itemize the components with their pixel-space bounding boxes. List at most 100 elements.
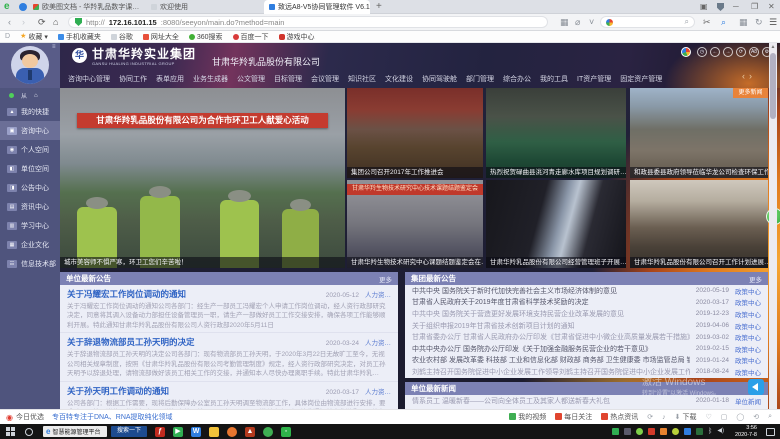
sidebar-item[interactable]: ▣ 咨询中心 [0,121,60,140]
cortana-icon[interactable] [25,428,33,436]
volume-icon[interactable]: ◀) [717,428,724,435]
tray-bank-icon[interactable] [696,428,703,435]
screenshot-icon[interactable]: ✂ [703,17,711,28]
firefox-icon[interactable] [227,427,237,437]
browser-account-icon[interactable] [19,3,27,11]
bluetooth-icon[interactable]: ᛒ [708,428,712,435]
taskbar-search-button[interactable]: 搜索一下 [111,426,147,437]
announcement-dept-link[interactable]: 人力资… [365,337,391,347]
nav-forward-icon[interactable]: → [723,47,733,57]
safe360-icon[interactable] [263,427,273,437]
sidebar-item[interactable]: ▲ 我的快捷 [0,102,60,121]
more-link[interactable]: 更多 [379,274,392,284]
plugin-icon[interactable]: ♪ [662,414,666,421]
player-icon[interactable]: ▶ [173,427,183,437]
window-icon[interactable]: ▢ [721,413,728,421]
maximize-button[interactable]: ❐ [751,2,758,11]
speaker-icon[interactable] [748,379,764,395]
news-photo-2[interactable]: 集团公司召开2017年工作推进会 [347,88,483,178]
adblock-icon[interactable]: ⌀ [575,17,580,28]
header-nav-item[interactable]: 部门管理 [466,74,494,84]
notification-center-icon[interactable] [766,428,775,436]
favorite-icon[interactable]: ♡ [705,413,711,421]
taskbar-app-browser[interactable]: e 智慧能源管理平台 [43,426,107,437]
my-videos-link[interactable]: 我的视频 [509,412,546,422]
start-button[interactable] [6,427,15,436]
circle-icon[interactable]: ◯ [736,413,744,421]
reload-icon[interactable]: ⟳ [736,47,746,57]
forward-icon[interactable]: › [22,17,25,27]
wechat-icon[interactable]: ◦ [281,427,291,437]
announcement-row[interactable]: 中共中央办公厅 国务院办公厅印发《关于加强金融服务民营企业的若干意见》 2019… [405,343,768,355]
announcement-title[interactable]: 中共中央 国务院关于营造更好发展环境支持民营企业改革发展的意见 [412,309,690,319]
announcement-title[interactable]: 中共中央 国务院关于新时代加快完善社会主义市场经济体制的意见 [412,286,690,296]
announcement-row[interactable]: 刘鹤主持召开国务院促进中小企业发展工作领导刘鹤主持召开国务院促进中小企业发展工作… [405,366,768,378]
tab-seeyon-active[interactable]: 致远A8-V5协同管理软件 V6.1… × [264,0,370,14]
browser-logo-icon[interactable]: e [4,1,10,12]
sidebar-collapse-icon[interactable]: ≡ [52,44,56,50]
home-icon[interactable]: ⌂ [34,93,38,99]
news-photo-7[interactable]: 甘肃华羚乳品股份有限公司召开工作计划进展… [630,180,768,268]
announcement-title[interactable]: 关于组织申报2019年甘肃省技术创新项目计划的通知 [412,321,690,331]
announcement-row[interactable]: 中共中央 国务院关于营造更好发展环境支持民营企业改革发展的意见 2019-12-… [405,308,768,320]
history-icon[interactable]: ↻ [755,17,763,28]
announcement-title[interactable]: 中共中央办公厅 国务院办公厅印发《关于加强金融服务民营企业的若干意见》 [412,344,690,354]
bookmark-360search[interactable]: 360搜索 [189,32,223,42]
bookmark-sites[interactable]: 网址大全 [143,32,179,42]
header-nav-item[interactable]: 文化建设 [385,74,413,84]
news-photo-4[interactable]: 和政县委县政府领导莅临华龙公司检查环保工作 [630,88,768,178]
recent-icon[interactable]: ◷ [697,47,707,57]
news-row[interactable]: 情系员工 温暖新春——公司向全体员工及其家人都送新春大礼包 2020-01-18… [405,395,768,407]
tray-red-icon[interactable] [648,428,655,435]
a8-icon[interactable]: A8 [749,47,759,57]
search-input[interactable]: ⌕ [600,16,695,28]
announcement-source-link[interactable]: 政策中心 [735,367,761,377]
announcement-row[interactable]: 关于组织申报2019年甘肃省技术创新项目计划的通知 2019-04-06 政策中… [405,320,768,332]
header-nav-item[interactable]: 综合办公 [503,74,531,84]
announcement-source-link[interactable]: 政策中心 [735,355,761,365]
announcement-item[interactable]: 关于孙天明工作调动的通知 2020-03-17 人力资… 公司各部门：根据工作需… [60,382,398,409]
announcement-title[interactable]: 关于冯耀宏工作岗位调动的通知 [67,288,320,300]
nav-scroll-arrows[interactable]: ‹› [742,71,756,81]
announcement-title[interactable]: 关于孙天明工作调动的通知 [67,385,320,397]
menu-icon[interactable]: ☰ [769,17,777,28]
home-icon[interactable]: ⌂ [53,17,58,27]
announcement-title[interactable]: 甘肃省委办公厅 甘肃省人民政府办公厅印发《甘肃省促进中小微企业高质量发展若干措施… [412,332,690,342]
header-nav-item[interactable]: 固定资产管理 [620,74,662,84]
header-nav-item[interactable]: 业务生成器 [193,74,228,84]
online-status-icon[interactable] [9,93,14,98]
news-source-link[interactable]: 单位新闻 [735,396,761,406]
people-icon[interactable]: 从 [21,91,27,100]
download-button[interactable]: ⬇ 下载 [675,412,697,422]
today-picks-label[interactable]: 今日优选 [16,412,44,422]
login-box-icon[interactable]: ▣ [700,2,708,11]
bookmark-baidu[interactable]: 百度一下 [233,32,269,42]
announcement-row[interactable]: 甘肃省人民政府关于2019年度甘肃省科学技术奖励的决定 2020-03-17 政… [405,297,768,309]
daily-follow-link[interactable]: 每日关注 [555,412,592,422]
hot-news-link[interactable]: 热点资讯 [601,412,638,422]
tray-green-icon[interactable] [636,428,643,435]
back-icon[interactable]: ‹ [8,17,11,27]
bookmark-google[interactable]: 谷歌 [111,32,133,42]
announcement-row[interactable]: 农业农村部 发展改革委 科技部 工业和信息化部 财政部 商务部 卫生健康委 市场… [405,355,768,367]
dropdown-icon[interactable]: ˅ [589,17,594,27]
sidebar-item[interactable]: ▦ 企业文化 [0,235,60,254]
news-photo-main[interactable]: 甘肃华羚乳品股份有限公司为合作市环卫工人献爱心活动 城市美容师不惧严寒，环卫工您… [60,88,345,268]
header-nav-item[interactable]: 目标管理 [274,74,302,84]
scrollbar-thumb[interactable] [770,53,776,119]
announcement-title[interactable]: 刘鹤主持召开国务院促进中小企业发展工作领导刘鹤主持召开国务院促进中小企业发展工作… [412,367,690,377]
tray-orange-icon[interactable] [660,428,667,435]
news-title[interactable]: 情系员工 温暖新春——公司向全体员工及其家人都送新春大礼包 [412,396,690,406]
bookmark-phone[interactable]: 手机收藏夹 [58,32,101,42]
refresh-icon[interactable]: ⟳ [647,413,653,421]
sidebar-item[interactable]: ◉ 个人空间 [0,140,60,159]
announcement-item[interactable]: 关于冯耀宏工作岗位调动的通知 2020-05-12 人力资… 关于冯耀宏工作岗位… [60,285,398,333]
taskbar-clock[interactable]: 3:56 2020-7-8 [735,425,757,439]
security-shield-icon[interactable] [717,3,724,11]
announcement-source-link[interactable]: 政策中心 [735,297,761,307]
scroll-up-icon[interactable]: ▲ [769,43,777,51]
bookmark-favorites[interactable]: ★收藏 ▾ [20,32,48,42]
tray-tool-icon[interactable] [624,428,631,435]
ie-mode-icon[interactable]: D [5,33,10,40]
flash-icon[interactable]: ƒ [155,427,165,437]
